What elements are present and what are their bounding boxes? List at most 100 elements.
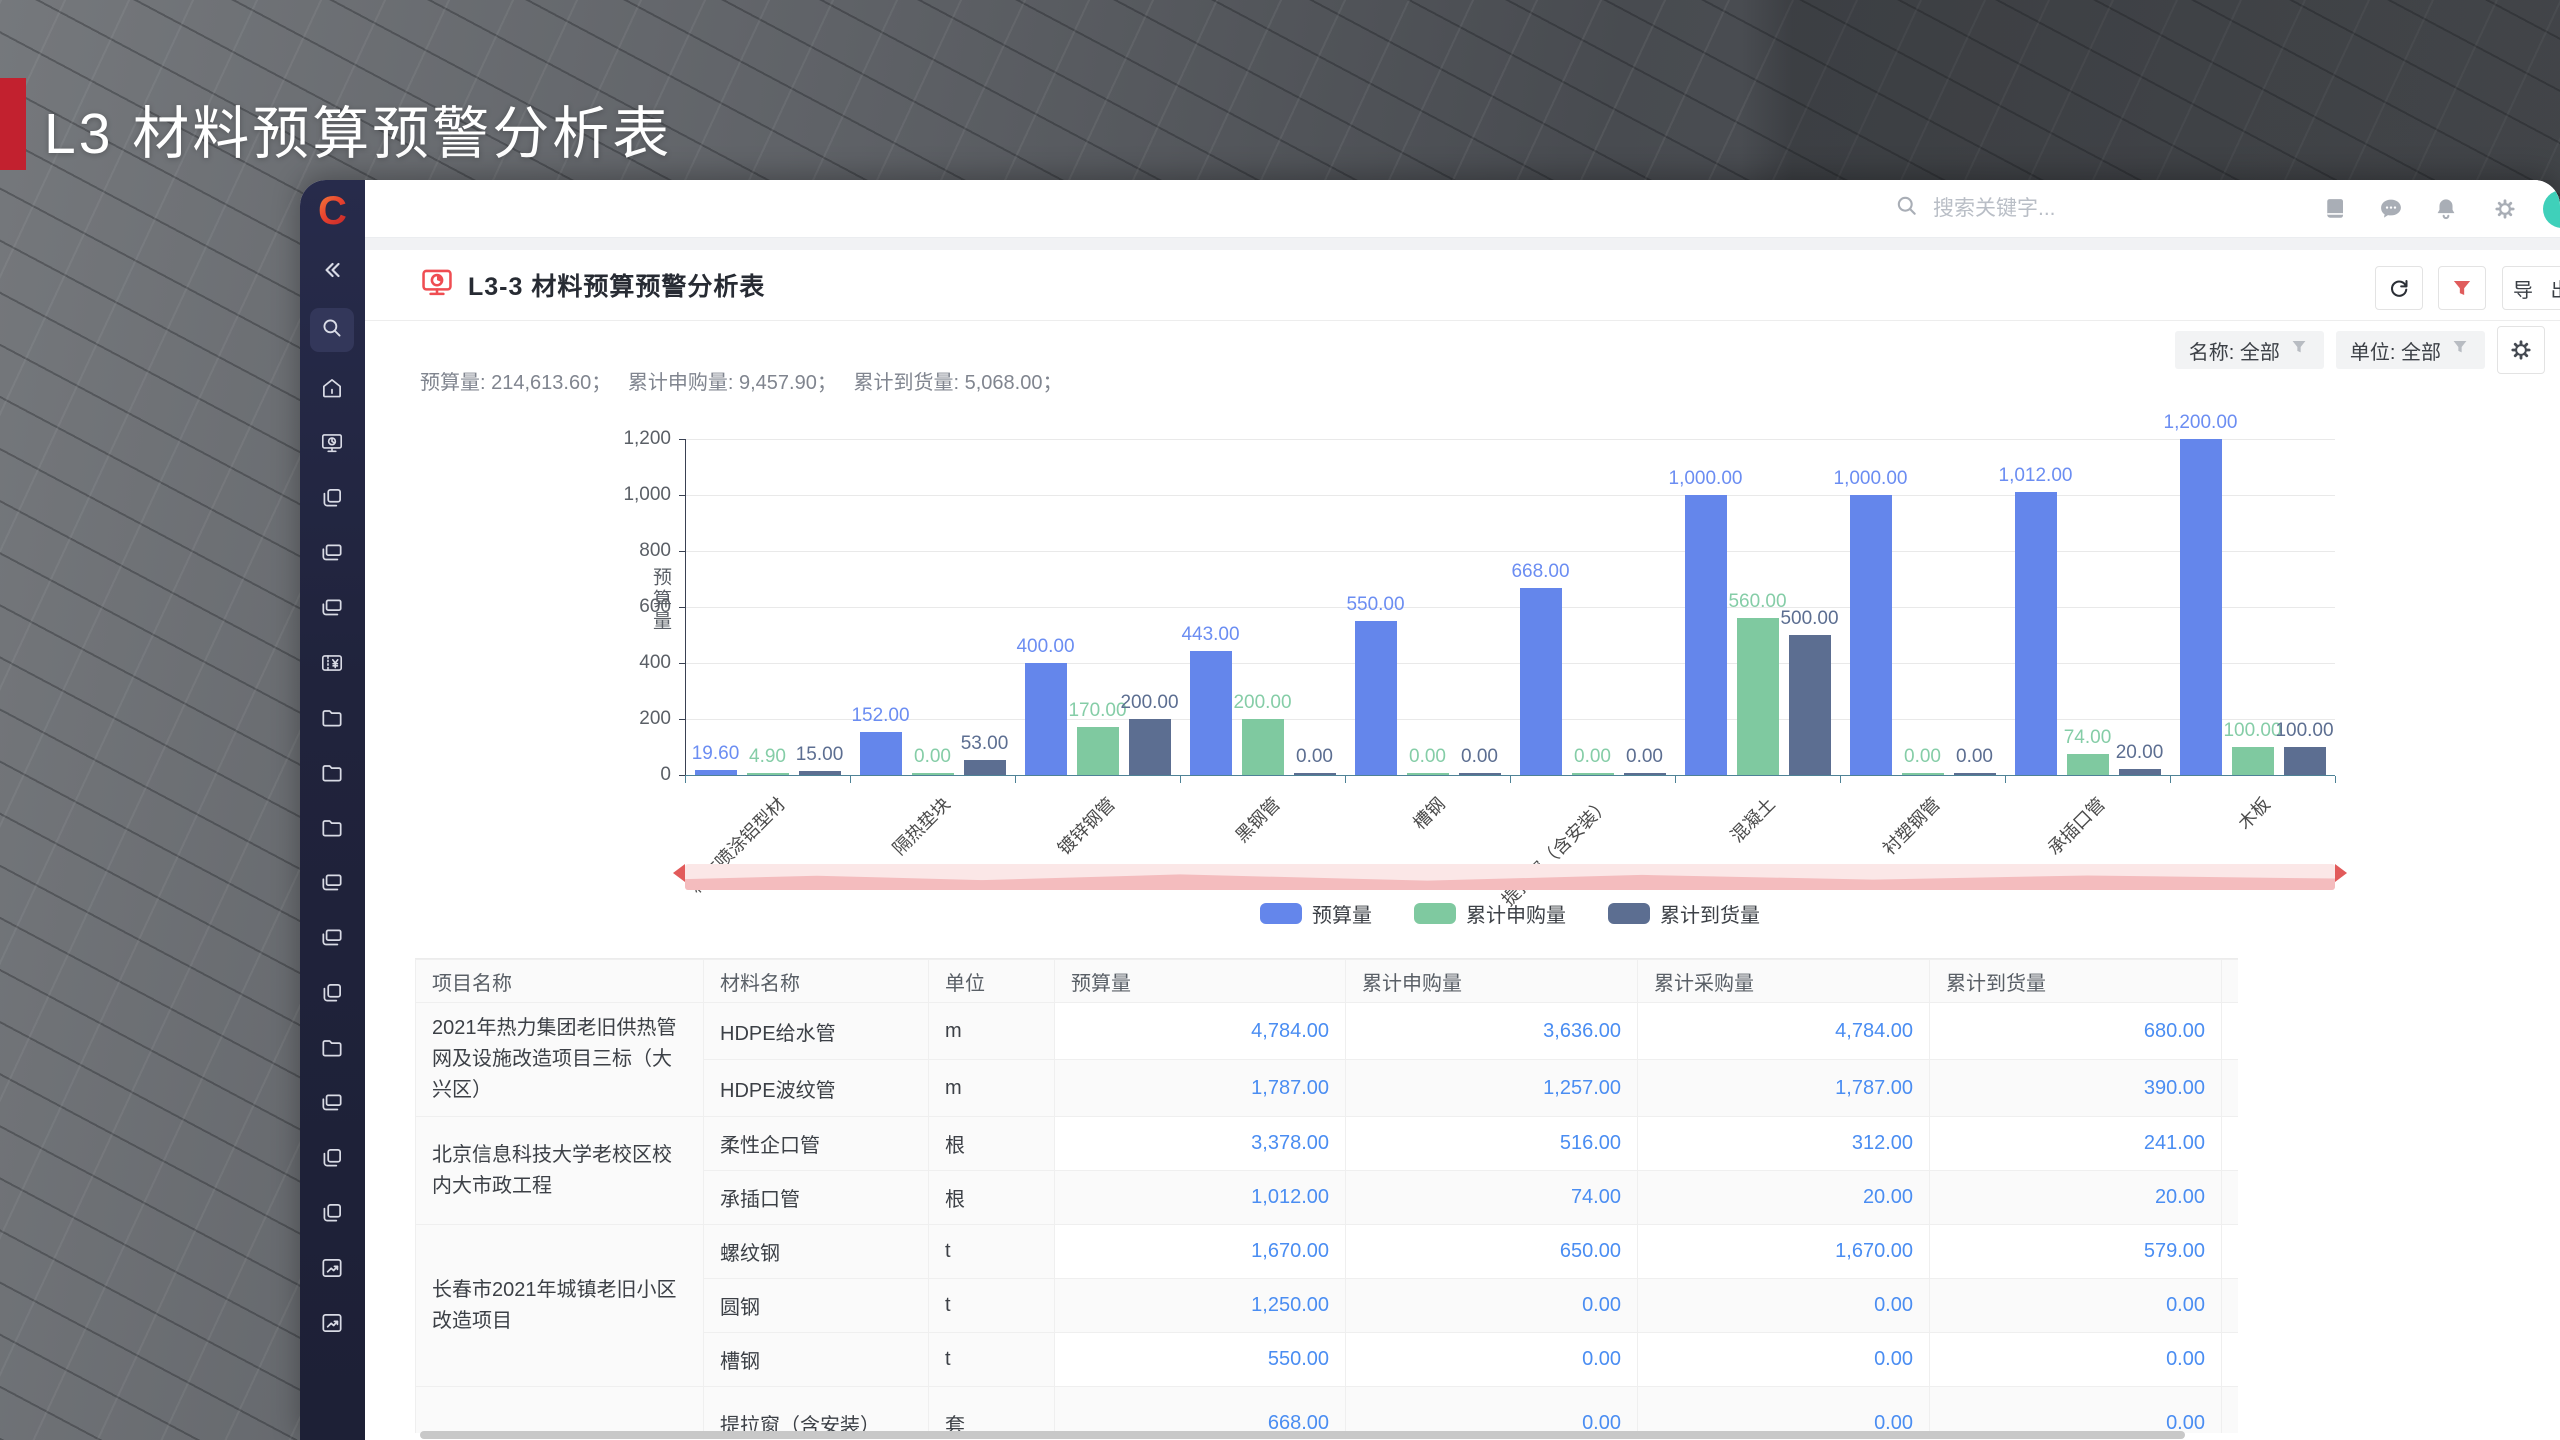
- sidebar-item-module-6[interactable]: [310, 973, 354, 1017]
- sidebar-item-home[interactable]: [310, 368, 354, 412]
- table-row[interactable]: 2021年热力集团老旧供热管网及设施改造项目三标（大兴区） HDPE给水管 m 4,7…: [415, 1002, 2238, 1117]
- chart-bar[interactable]: [911, 773, 954, 775]
- chart-bar[interactable]: [2231, 747, 2274, 775]
- chart-bar[interactable]: [1354, 621, 1397, 775]
- search-icon[interactable]: [1893, 192, 1921, 225]
- app-logo[interactable]: C: [300, 186, 365, 236]
- unit-cell: t: [928, 1278, 1055, 1333]
- legend-item[interactable]: 累计到货量: [1608, 899, 1760, 928]
- legend-swatch: [1260, 902, 1302, 924]
- sidebar-item-report-1[interactable]: [310, 1248, 354, 1292]
- sidebar-item-module-9[interactable]: [310, 1193, 354, 1237]
- report-toolbar: L3-3 材料预算预警分析表: [365, 250, 2560, 321]
- chart-bar[interactable]: [1458, 773, 1501, 775]
- sidebar-item-module-2[interactable]: [310, 533, 354, 577]
- avatar[interactable]: [2543, 190, 2560, 228]
- value-cell: 3,378.00: [1054, 1116, 1346, 1171]
- chart-bar[interactable]: [1076, 727, 1119, 775]
- chat-icon[interactable]: [2376, 194, 2406, 224]
- chart-bar[interactable]: [1293, 773, 1336, 775]
- table-row[interactable]: 长春市2021年城镇老旧小区改造项目 螺纹钢 t 1,670.00 650.00 1,67…: [415, 1224, 2238, 1387]
- legend-item[interactable]: 预算量: [1260, 899, 1372, 928]
- sidebar-item-collapse[interactable]: [310, 250, 354, 294]
- chart-bar[interactable]: [859, 732, 902, 775]
- table-row[interactable]: 北京信息科技大学老校区校内大市政工程 柔性企口管根 3,378.00 516.00 31…: [415, 1116, 2238, 1225]
- stack-icon: [319, 595, 345, 626]
- datazoom-handle-right[interactable]: [2335, 864, 2347, 882]
- chart-bar[interactable]: [1901, 773, 1944, 775]
- chart-bar[interactable]: [1953, 773, 1996, 775]
- datazoom-handle-left[interactable]: [673, 864, 685, 882]
- chart-bar[interactable]: [1189, 650, 1232, 775]
- sidebar-item-module-7[interactable]: [310, 1083, 354, 1127]
- chart-bar[interactable]: [2066, 754, 2109, 775]
- sidebar-item-folder-1[interactable]: [310, 698, 354, 742]
- x-axis-category-label: 隔热垫块: [888, 793, 954, 859]
- horizontal-scrollbar-thumb[interactable]: [420, 1431, 2185, 1439]
- value-cell: 1,670.00: [1637, 1224, 1930, 1279]
- project-name-cell: 北京信息科技大学老校区校内大市政工程: [415, 1116, 704, 1225]
- legend-swatch: [1608, 902, 1650, 924]
- sidebar-item-module-5[interactable]: [310, 918, 354, 962]
- gear-icon[interactable]: [2490, 194, 2520, 224]
- datazoom-slider[interactable]: [685, 864, 2335, 890]
- sidebar-item-folder-4[interactable]: [310, 1028, 354, 1072]
- sidebar-item-report-2[interactable]: [310, 1303, 354, 1347]
- table-row[interactable]: 提拉窗（含安装）套668.000.000.000.000.00: [415, 1386, 2238, 1433]
- value-cell: 0.00: [1345, 1386, 1638, 1433]
- chart-bar[interactable]: [2014, 491, 2057, 775]
- filter-chip-0[interactable]: 名称: 全部: [2174, 331, 2324, 369]
- chart-bar[interactable]: [2283, 747, 2326, 775]
- bell-icon[interactable]: [2431, 194, 2461, 224]
- export-button[interactable]: 导 出: [2502, 266, 2560, 310]
- sidebar-item-module-8[interactable]: [310, 1138, 354, 1182]
- chart-bar[interactable]: [2179, 439, 2222, 775]
- trend-icon: [319, 1310, 345, 1341]
- material-name-cell: 槽钢: [703, 1332, 929, 1387]
- value-cell: 668.00: [1054, 1386, 1346, 1433]
- chart-bar[interactable]: [798, 770, 841, 775]
- project-name-cell: [415, 1386, 704, 1433]
- copy-icon: [319, 485, 345, 516]
- chart-bar[interactable]: [1406, 773, 1449, 775]
- chart-bar[interactable]: [694, 769, 737, 775]
- search-icon: [319, 315, 345, 346]
- sidebar-item-folder-2[interactable]: [310, 753, 354, 797]
- chart-bar[interactable]: [1849, 495, 1892, 775]
- chart-bar[interactable]: [1571, 773, 1614, 775]
- chart-bar[interactable]: [1736, 618, 1779, 775]
- chart-bar[interactable]: [1519, 587, 1562, 775]
- table-settings-button[interactable]: [2497, 326, 2545, 374]
- sidebar-item-folder-3[interactable]: [310, 808, 354, 852]
- chart-bar[interactable]: [1241, 719, 1284, 775]
- sidebar-item-module-3[interactable]: [310, 588, 354, 632]
- book-icon[interactable]: [2321, 194, 2351, 224]
- filter-chip-1[interactable]: 单位: 全部: [2335, 331, 2485, 369]
- chart-bar[interactable]: [1788, 635, 1831, 775]
- chart-bar[interactable]: [2118, 769, 2161, 775]
- datazoom-preview: [685, 874, 2335, 890]
- x-axis-category-label: 混凝土: [1726, 793, 1779, 847]
- search-input[interactable]: [1931, 195, 2215, 222]
- report-title-text: L3-3 材料预算预警分析表: [468, 273, 766, 301]
- chart-bar[interactable]: [746, 773, 789, 775]
- sidebar-item-invoice[interactable]: [310, 643, 354, 687]
- value-cell: 0.00: [2221, 1386, 2238, 1433]
- sidebar-item-module-4[interactable]: [310, 863, 354, 907]
- chart-bar[interactable]: [1024, 663, 1067, 775]
- sidebar-item-module-1[interactable]: [310, 478, 354, 522]
- chart-bar[interactable]: [1684, 495, 1727, 775]
- legend-item[interactable]: 累计申购量: [1414, 899, 1566, 928]
- chart-bar[interactable]: [1128, 719, 1171, 775]
- chart-bar[interactable]: [1623, 773, 1666, 775]
- x-axis-category-label: 镀锌钢管: [1053, 793, 1119, 859]
- bar-value-label: 0.00: [914, 746, 951, 767]
- unit-cell: 根: [928, 1116, 1055, 1171]
- filter-button[interactable]: [2438, 266, 2486, 310]
- value-cell: 241.00: [1929, 1116, 2222, 1171]
- refresh-button[interactable]: [2375, 266, 2423, 310]
- filter-chip-label: 单位: 全部: [2349, 341, 2441, 364]
- sidebar-item-search[interactable]: [310, 308, 354, 352]
- chart-bar[interactable]: [963, 760, 1006, 775]
- sidebar-item-dashboard[interactable]: [310, 423, 354, 467]
